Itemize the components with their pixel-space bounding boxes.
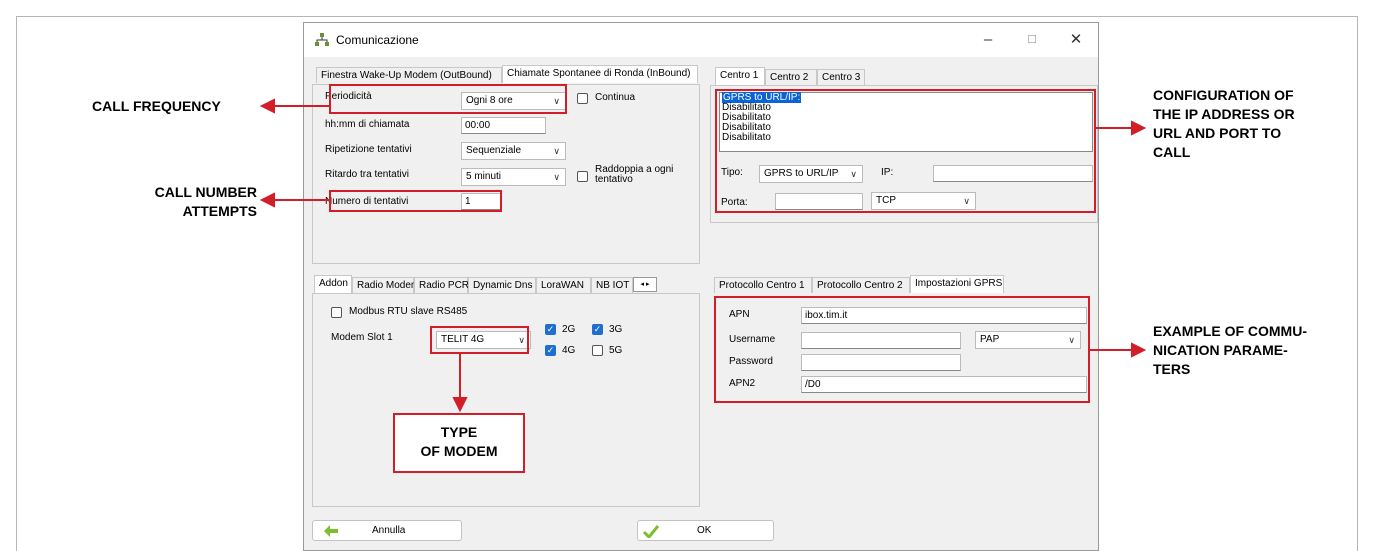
annotation-arrows [259,98,1147,413]
annotation-call-attempts: CALL NUMBER ATTEMPTS [154,184,257,219]
annotation-modem-type: TYPE OF MODEM [420,424,498,459]
annotation-comm-params: EXAMPLE OF COMMU- NICATION PARAME- TERS [1153,323,1307,377]
annotation-ip-config: CONFIGURATION OF THE IP ADDRESS OR URL AN… [1153,87,1295,160]
annotation-call-frequency: CALL FREQUENCY [92,98,221,114]
